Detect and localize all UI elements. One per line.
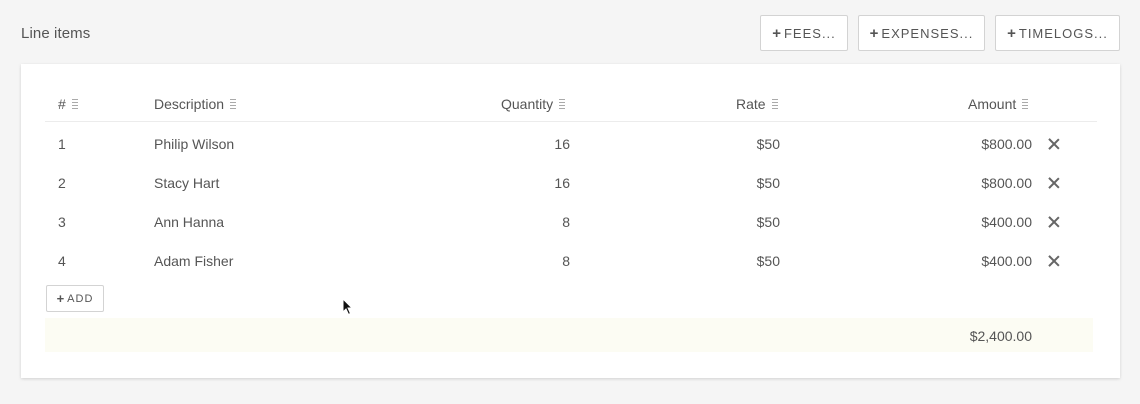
- row-index: 1: [58, 136, 66, 152]
- total-amount: $2,400.00: [969, 328, 1032, 344]
- close-icon[interactable]: [1048, 216, 1060, 228]
- row-rate[interactable]: $50: [701, 214, 780, 230]
- header-divider: [45, 121, 1097, 122]
- sort-handle-icon[interactable]: [771, 99, 778, 110]
- row-description[interactable]: Adam Fisher: [154, 253, 233, 269]
- row-index: 3: [58, 214, 66, 230]
- row-description[interactable]: Philip Wilson: [154, 136, 234, 152]
- row-quantity[interactable]: 16: [491, 175, 570, 191]
- row-quantity[interactable]: 16: [491, 136, 570, 152]
- plus-icon: +: [869, 24, 879, 42]
- row-amount: $400.00: [981, 214, 1032, 230]
- row-index: 4: [58, 253, 66, 269]
- column-header-amount[interactable]: Amount: [968, 96, 1029, 112]
- column-header-index[interactable]: #: [58, 96, 78, 112]
- row-rate[interactable]: $50: [701, 253, 780, 269]
- total-row: $2,400.00: [45, 318, 1093, 352]
- column-header-quantity[interactable]: Quantity: [501, 96, 566, 112]
- add-timelogs-button[interactable]: + TIMELOGS...: [995, 15, 1120, 51]
- add-expenses-button[interactable]: + EXPENSES...: [858, 15, 985, 51]
- plus-icon: +: [56, 291, 65, 306]
- add-expenses-label: EXPENSES...: [881, 25, 974, 41]
- row-quantity[interactable]: 8: [491, 253, 570, 269]
- row-description[interactable]: Stacy Hart: [154, 175, 219, 191]
- section-title: Line items: [21, 25, 91, 42]
- column-header-rate[interactable]: Rate: [736, 96, 778, 112]
- add-fees-button[interactable]: + FEES...: [760, 15, 848, 51]
- row-amount: $400.00: [981, 253, 1032, 269]
- close-icon[interactable]: [1048, 138, 1060, 150]
- close-icon[interactable]: [1048, 255, 1060, 267]
- close-icon[interactable]: [1048, 177, 1060, 189]
- row-index: 2: [58, 175, 66, 191]
- add-line-item-button[interactable]: + ADD: [46, 285, 104, 312]
- add-fees-label: FEES...: [783, 25, 836, 41]
- add-timelogs-label: TIMELOGS...: [1018, 25, 1108, 41]
- row-amount: $800.00: [981, 175, 1032, 191]
- sort-handle-icon[interactable]: [1022, 99, 1029, 110]
- line-items-table-card: # Description Quantity Rate Amount 1 Phi…: [21, 64, 1120, 378]
- line-items-header: Line items + FEES... + EXPENSES... + TIM…: [0, 0, 1140, 64]
- plus-icon: +: [772, 24, 781, 42]
- column-header-description[interactable]: Description: [154, 96, 237, 112]
- row-description[interactable]: Ann Hanna: [154, 214, 224, 230]
- sort-handle-icon[interactable]: [230, 99, 237, 110]
- row-rate[interactable]: $50: [701, 175, 780, 191]
- plus-icon: +: [1007, 24, 1016, 42]
- sort-handle-icon[interactable]: [559, 99, 566, 110]
- mouse-cursor-icon: [342, 298, 354, 316]
- row-quantity[interactable]: 8: [491, 214, 570, 230]
- sort-handle-icon[interactable]: [71, 99, 78, 110]
- add-line-item-label: ADD: [67, 292, 94, 305]
- row-amount: $800.00: [981, 136, 1032, 152]
- row-rate[interactable]: $50: [701, 136, 780, 152]
